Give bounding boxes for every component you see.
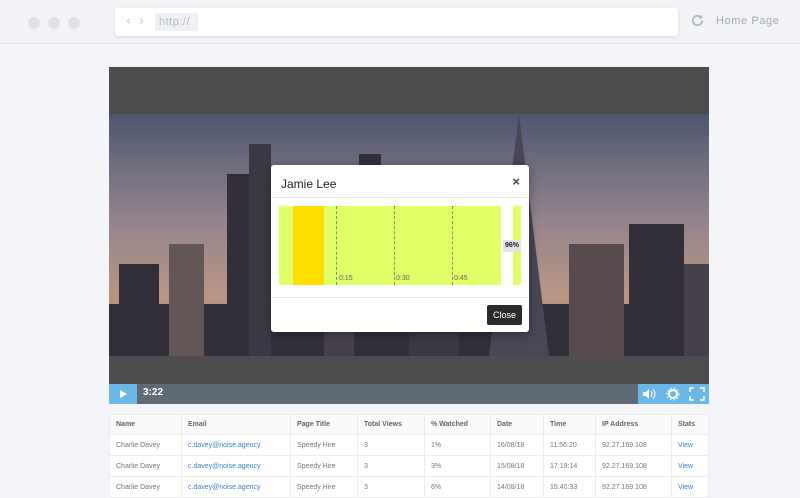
column-header: IP Address xyxy=(595,414,672,435)
cell-date: 14/08/18 xyxy=(490,476,544,498)
cell-percent-watched: 1% xyxy=(424,434,491,456)
play-icon xyxy=(120,390,127,398)
view-stats-link[interactable]: View xyxy=(671,476,709,498)
cell-percent-watched: 3% xyxy=(424,455,491,477)
chevron-left-icon[interactable]: ‹ xyxy=(126,14,131,29)
column-header: Stats xyxy=(671,414,709,435)
cell-time: 17:19:14 xyxy=(543,455,596,477)
player-right-icons xyxy=(643,387,705,401)
heatmap-tick: 0:45 xyxy=(454,275,468,282)
cell-email-link[interactable]: c.davey@noise.agency xyxy=(181,476,291,498)
cell-percent-watched: 6% xyxy=(424,476,491,498)
viewer-stats-modal: Jamie Lee × 0:15 0:30 0:45 96% Close xyxy=(271,165,529,332)
player-right-controls xyxy=(638,384,709,404)
cell-email-link[interactable]: c.davey@noise.agency xyxy=(181,455,291,477)
window-maximize-dot[interactable] xyxy=(68,17,80,29)
column-header: Email xyxy=(181,414,291,435)
cell-name: Charlie Davey xyxy=(109,434,182,456)
reload-icon[interactable] xyxy=(690,13,705,28)
current-time: 3:22 xyxy=(143,387,164,398)
views-table: Name Email Page Title Total Views % Watc… xyxy=(109,414,709,498)
column-header: Name xyxy=(109,414,182,435)
cell-ip-address: 92.27.169.108 xyxy=(595,455,672,477)
cell-date: 16/08/18 xyxy=(490,434,544,456)
cell-page-title: Speedy Hire xyxy=(290,455,358,477)
table-header-row: Name Email Page Title Total Views % Watc… xyxy=(109,414,709,435)
table-row: Charlie Davey c.davey@noise.agency Speed… xyxy=(109,476,709,498)
cell-ip-address: 92.27.169.108 xyxy=(595,476,672,498)
cell-name: Charlie Davey xyxy=(109,476,182,498)
heatmap-gridline xyxy=(394,206,395,285)
chevron-right-icon[interactable]: › xyxy=(139,14,144,29)
home-page-link[interactable]: Home Page xyxy=(716,15,780,27)
modal-divider xyxy=(271,197,529,198)
modal-divider xyxy=(271,297,529,298)
column-header: Total Views xyxy=(357,414,425,435)
cell-total-views: 3 xyxy=(357,434,425,456)
url-text[interactable]: http:// xyxy=(155,13,198,31)
cell-total-views: 3 xyxy=(357,455,425,477)
player-controls: 3:22 xyxy=(109,384,709,404)
window-close-dot[interactable] xyxy=(28,17,40,29)
modal-title: Jamie Lee xyxy=(281,177,337,191)
view-stats-link[interactable]: View xyxy=(671,455,709,477)
cell-time: 15:40:33 xyxy=(543,476,596,498)
column-header: Time xyxy=(543,414,596,435)
view-stats-link[interactable]: View xyxy=(671,434,709,456)
close-icon[interactable]: × xyxy=(512,174,520,189)
cell-date: 15/08/18 xyxy=(490,455,544,477)
cell-total-views: 3 xyxy=(357,476,425,498)
fullscreen-icon[interactable] xyxy=(689,387,705,401)
table-row: Charlie Davey c.davey@noise.agency Speed… xyxy=(109,455,709,477)
heatmap-tick: 0:30 xyxy=(396,275,410,282)
table-row: Charlie Davey c.davey@noise.agency Speed… xyxy=(109,434,709,456)
heatmap-gridline xyxy=(336,206,337,285)
column-header: % Watched xyxy=(424,414,491,435)
cell-page-title: Speedy Hire xyxy=(290,476,358,498)
column-header: Page Title xyxy=(290,414,358,435)
heatmap-tick: 0:15 xyxy=(339,275,353,282)
play-button[interactable] xyxy=(109,384,137,404)
watched-percent: 96% xyxy=(503,240,521,252)
cell-email-link[interactable]: c.davey@noise.agency xyxy=(181,434,291,456)
watch-heatmap: 0:15 0:30 0:45 xyxy=(279,206,501,285)
heatmap-gridline xyxy=(452,206,453,285)
cell-name: Charlie Davey xyxy=(109,455,182,477)
volume-icon[interactable] xyxy=(643,388,656,400)
window-minimize-dot[interactable] xyxy=(48,17,60,29)
gear-icon[interactable] xyxy=(666,387,680,401)
close-button[interactable]: Close xyxy=(487,305,522,325)
cell-time: 11:56:20 xyxy=(543,434,596,456)
column-header: Date xyxy=(490,414,544,435)
address-bar[interactable]: ‹ › http:// xyxy=(115,8,678,36)
cell-page-title: Speedy Hire xyxy=(290,434,358,456)
browser-toolbar: ‹ › http:// Home Page xyxy=(0,0,800,44)
heatmap-hotspot xyxy=(293,206,324,285)
cell-ip-address: 92.27.169.108 xyxy=(595,434,672,456)
